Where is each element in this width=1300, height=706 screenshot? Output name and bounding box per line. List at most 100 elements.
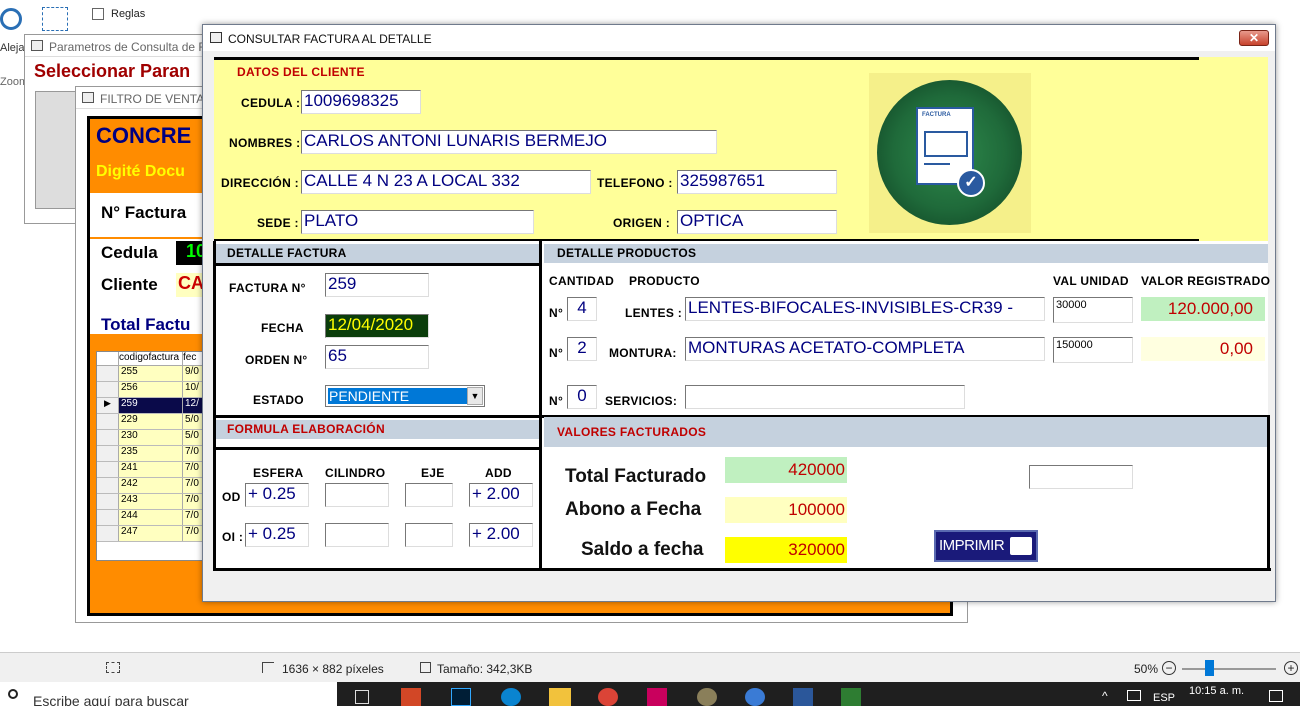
oi-esfera-field[interactable]: + 0.25 <box>245 523 309 547</box>
table-cell[interactable]: 10/ <box>183 382 203 397</box>
total-label: Total Factu <box>101 315 191 334</box>
word-icon[interactable] <box>793 688 813 706</box>
grid-header[interactable]: fec <box>183 352 203 365</box>
table-cell[interactable]: 247 <box>119 526 183 541</box>
table-row[interactable]: 230 5/0 <box>97 430 205 446</box>
table-cell[interactable]: 243 <box>119 494 183 509</box>
ventas-grid[interactable]: codigofactura fec 255 9/0 256 10/▶ 259 12/229… <box>96 351 206 561</box>
table-cell[interactable]: 235 <box>119 446 183 461</box>
zoom-slider[interactable] <box>1182 668 1276 670</box>
oi-cilindro-field[interactable] <box>325 523 389 547</box>
table-cell[interactable]: 7/0 <box>183 494 203 509</box>
table-row[interactable]: 255 9/0 <box>97 366 205 382</box>
table-row[interactable]: ▶ 259 12/ <box>97 398 205 414</box>
table-cell[interactable]: 230 <box>119 430 183 445</box>
table-cell[interactable]: 7/0 <box>183 446 203 461</box>
reglas-checkbox[interactable] <box>92 8 104 20</box>
table-cell[interactable]: 12/ <box>183 398 203 413</box>
servicios-field[interactable] <box>685 385 965 409</box>
table-cell[interactable]: 9/0 <box>183 366 203 381</box>
table-cell[interactable]: 244 <box>119 510 183 525</box>
explorer-icon[interactable] <box>549 688 571 706</box>
app-icon[interactable] <box>841 688 861 706</box>
fecha-field[interactable]: 12/04/2020 <box>325 314 429 338</box>
detalle-productos-header: DETALLE PRODUCTOS <box>544 244 1268 263</box>
cantidad-field[interactable]: 0 <box>567 385 597 409</box>
sede-field[interactable]: PLATO <box>301 210 534 234</box>
paint-icon[interactable] <box>697 688 717 706</box>
origen-field[interactable]: OPTICA <box>677 210 837 234</box>
clock[interactable]: 10:15 a. m. <box>1189 685 1244 697</box>
chrome-icon[interactable] <box>598 688 618 706</box>
od-eje-field[interactable] <box>405 483 453 507</box>
producto-field[interactable]: LENTES-BIFOCALES-INVISIBLES-CR39 - <box>685 297 1045 321</box>
cantidad-field[interactable]: 2 <box>567 337 597 361</box>
oi-add-field[interactable]: + 2.00 <box>469 523 533 547</box>
direccion-field[interactable]: CALLE 4 N 23 A LOCAL 332 <box>301 170 591 194</box>
telefono-field[interactable]: 325987651 <box>677 170 837 194</box>
imprimir-button[interactable]: IMPRIMIR <box>934 530 1038 562</box>
table-cell[interactable]: 259 <box>119 398 183 413</box>
orden-field[interactable]: 65 <box>325 345 429 369</box>
col-valor-registrado: VALOR REGISTRADO <box>1141 274 1271 288</box>
crop-icon[interactable] <box>42 7 68 31</box>
chevron-down-icon[interactable]: ▼ <box>467 387 483 405</box>
zoom-in-button[interactable]: + <box>1284 661 1298 675</box>
table-cell[interactable]: 7/0 <box>183 510 203 525</box>
powerpoint-icon[interactable] <box>401 688 421 706</box>
table-cell[interactable]: 255 <box>119 366 183 381</box>
od-add-field[interactable]: + 2.00 <box>469 483 533 507</box>
task-view-icon[interactable] <box>355 690 369 704</box>
od-esfera-field[interactable]: + 0.25 <box>245 483 309 507</box>
table-cell[interactable]: 242 <box>119 478 183 493</box>
network-icon[interactable] <box>1127 690 1141 701</box>
oi-eje-field[interactable] <box>405 523 453 547</box>
table-row[interactable]: 235 7/0 <box>97 446 205 462</box>
producto-field[interactable]: MONTURAS ACETATO-COMPLETA <box>685 337 1045 361</box>
table-cell[interactable]: 5/0 <box>183 430 203 445</box>
od-cilindro-field[interactable] <box>325 483 389 507</box>
cedula-field[interactable]: 1009698325 <box>301 90 421 114</box>
dialog-titlebar[interactable]: CONSULTAR FACTURA AL DETALLE ✕ <box>203 25 1275 51</box>
table-row[interactable]: 244 7/0 <box>97 510 205 526</box>
zoom-out-button[interactable]: − <box>1162 661 1176 675</box>
val-unidad-field[interactable]: 150000 <box>1053 337 1133 363</box>
table-row[interactable]: 229 5/0 <box>97 414 205 430</box>
extra-field[interactable] <box>1029 465 1133 489</box>
table-row[interactable]: 241 7/0 <box>97 462 205 478</box>
taskbar-search[interactable]: Escribe aquí para buscar <box>33 693 189 706</box>
printer-icon <box>1010 537 1032 555</box>
nombres-field[interactable]: CARLOS ANTONI LUNARIS BERMEJO <box>301 130 717 154</box>
od-label: OD <box>222 490 241 504</box>
table-cell[interactable]: 7/0 <box>183 462 203 477</box>
access-icon[interactable] <box>647 688 667 706</box>
cantidad-field[interactable]: 4 <box>567 297 597 321</box>
table-cell[interactable]: 256 <box>119 382 183 397</box>
zoom-out-icon[interactable] <box>0 8 22 30</box>
table-cell[interactable]: 7/0 <box>183 526 203 541</box>
table-cell[interactable]: 5/0 <box>183 414 203 429</box>
table-row[interactable]: 256 10/ <box>97 382 205 398</box>
table-cell[interactable]: 229 <box>119 414 183 429</box>
estado-select[interactable]: PENDIENTE ▼ <box>325 385 485 407</box>
grid-header[interactable]: codigofactura <box>119 352 183 365</box>
table-row[interactable]: 242 7/0 <box>97 478 205 494</box>
zoom-slider-thumb[interactable] <box>1205 660 1214 676</box>
cedula-label: Cedula <box>101 243 158 262</box>
window-title: FILTRO DE VENTAS <box>100 92 213 106</box>
table-cell[interactable]: 7/0 <box>183 478 203 493</box>
edge-icon[interactable] <box>501 688 521 706</box>
consultar-factura-dialog[interactable]: CONSULTAR FACTURA AL DETALLE ✕ DATOS DEL… <box>202 24 1276 602</box>
photoshop-icon[interactable] <box>451 688 471 706</box>
language-indicator[interactable]: ESP <box>1153 692 1175 704</box>
photos-icon[interactable] <box>745 688 765 706</box>
factura-field[interactable]: 259 <box>325 273 429 297</box>
notifications-icon[interactable] <box>1269 690 1283 702</box>
table-row[interactable]: 247 7/0 <box>97 526 205 542</box>
chevron-up-icon[interactable]: ^ <box>1102 689 1108 703</box>
table-row[interactable]: 243 7/0 <box>97 494 205 510</box>
table-cell[interactable]: 241 <box>119 462 183 477</box>
val-unidad-field[interactable]: 30000 <box>1053 297 1133 323</box>
close-button[interactable]: ✕ <box>1239 30 1269 46</box>
search-icon[interactable] <box>8 689 18 699</box>
